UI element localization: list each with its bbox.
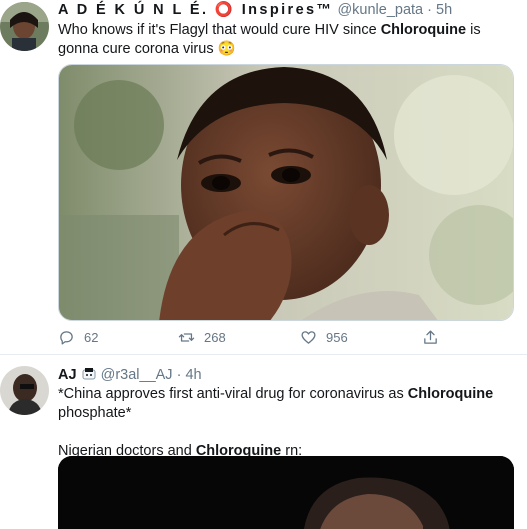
retweet-icon xyxy=(178,333,195,342)
retweet-button[interactable]: 268 xyxy=(178,329,226,346)
author-name[interactable]: AJ xyxy=(58,367,77,383)
heart-icon xyxy=(301,331,316,344)
share-icon xyxy=(424,330,437,344)
tweet-2[interactable]: AJ @r3al__AJ · 4h *China approves first … xyxy=(0,356,527,529)
reply-count: 62 xyxy=(84,330,99,345)
keyword-highlight: Chloroquine xyxy=(380,22,467,38)
avatar[interactable] xyxy=(0,366,49,415)
separator: · xyxy=(427,2,432,18)
tweet-text: *China approves first anti-viral drug fo… xyxy=(58,385,513,461)
text-part: *China approves first anti-viral drug fo… xyxy=(58,386,408,402)
avatar[interactable] xyxy=(0,2,49,51)
timestamp[interactable]: 5h xyxy=(436,2,452,18)
reply-icon xyxy=(60,331,73,345)
timestamp[interactable]: 4h xyxy=(185,367,201,383)
tweet-header: A D É K Ú N L É. ⭕ Inspires™ @kunle_pata… xyxy=(58,1,452,19)
reply-button[interactable]: 62 xyxy=(58,329,98,346)
like-button[interactable]: 956 xyxy=(300,329,348,346)
author-handle[interactable]: @kunle_pata xyxy=(337,2,423,18)
author-handle[interactable]: @r3al__AJ xyxy=(101,367,173,383)
text-part: phosphate* xyxy=(58,405,132,421)
tweet-actions: 62 268 956 xyxy=(58,329,458,349)
emoji-badge-icon xyxy=(81,367,97,381)
separator: · xyxy=(176,367,182,383)
share-button[interactable] xyxy=(422,329,439,346)
tweet-video[interactable] xyxy=(58,456,514,529)
tweet-1[interactable]: A D É K Ú N L É. ⭕ Inspires™ @kunle_pata… xyxy=(0,0,527,355)
tweet-text: Who knows if it's Flagyl that would cure… xyxy=(58,21,508,59)
keyword-highlight: Chloroquine xyxy=(407,386,494,402)
retweet-count: 268 xyxy=(204,330,226,345)
text-line-1: *China approves first anti-viral drug fo… xyxy=(58,385,513,423)
author-name[interactable]: A D É K Ú N L É. ⭕ Inspires™ xyxy=(58,2,333,18)
like-count: 956 xyxy=(326,330,348,345)
tweet-photo[interactable] xyxy=(58,64,514,321)
text-part: Who knows if it's Flagyl that would cure… xyxy=(58,22,381,38)
tweet-header: AJ @r3al__AJ · 4h xyxy=(58,366,202,384)
